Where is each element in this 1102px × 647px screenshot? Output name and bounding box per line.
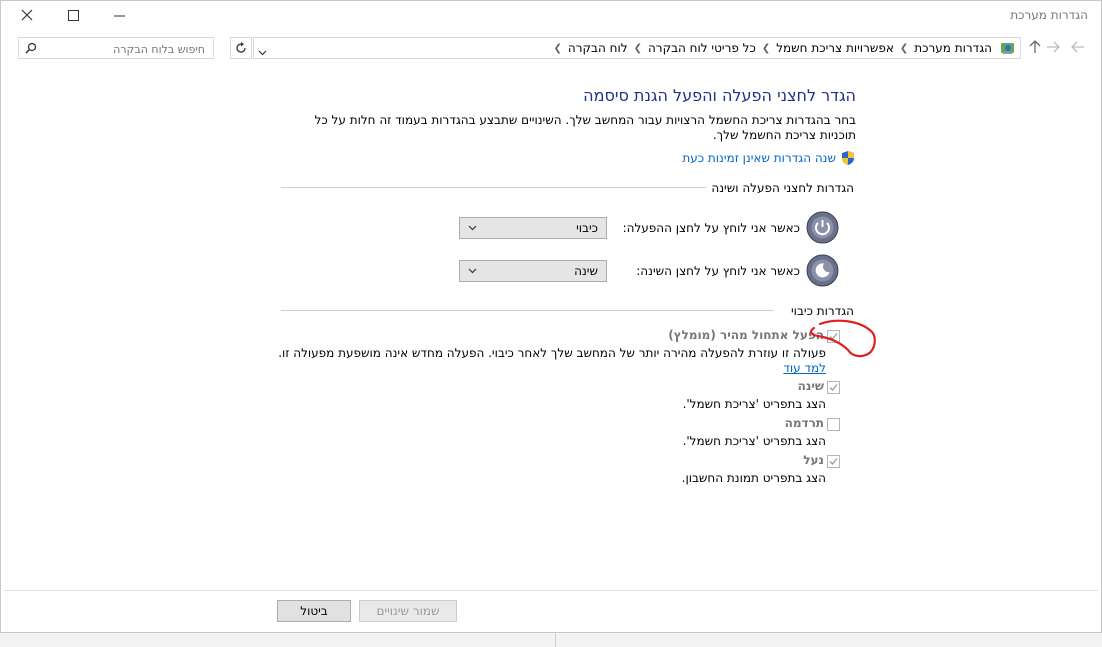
up-button[interactable]: [1026, 38, 1044, 56]
up-arrow-icon: [1029, 40, 1041, 53]
sleep-button-action-value: שינה: [574, 264, 598, 278]
fast-startup-description: פעולה זו עוזרת להפעלה מהירה יותר של המחש…: [278, 346, 826, 360]
hibernate-option-description: הצג בתפריט 'צריכת חשמל'.: [682, 434, 826, 448]
breadcrumb-item[interactable]: אפשרויות צריכת חשמל: [776, 41, 894, 55]
breadcrumb-item[interactable]: הגדרות מערכת: [914, 41, 992, 55]
power-buttons-section-title: הגדרות לחצני הפעלה ושינה: [711, 181, 854, 195]
forward-arrow-icon: [1047, 41, 1060, 53]
sleep-option-description: הצג בתפריט 'צריכת חשמל'.: [682, 397, 826, 411]
footer-divider: [4, 590, 1098, 591]
breadcrumb-item[interactable]: כל פריטי לוח הבקרה: [648, 41, 756, 55]
page-description: בחר בהגדרות צריכת החשמל הרצויות עבור המח…: [314, 113, 856, 142]
breadcrumb-chevron-icon: ❯: [899, 42, 909, 54]
close-icon: [21, 9, 33, 21]
save-changes-button[interactable]: שמור שינויים: [359, 600, 457, 622]
power-button-label: כאשר אני לוחץ על לחצן ההפעלה:: [622, 221, 800, 235]
learn-more-link[interactable]: למד עוד: [783, 361, 826, 375]
checkmark-icon: [829, 384, 838, 391]
power-button-icon: [806, 211, 839, 247]
address-dropdown-button[interactable]: [258, 45, 267, 59]
maximize-button[interactable]: [50, 0, 96, 30]
breadcrumb-chevron-icon: ❯: [761, 42, 771, 54]
window-frame: [0, 0, 1102, 633]
sleep-option-label: שינה: [797, 379, 824, 393]
refresh-icon: [236, 42, 246, 53]
refresh-button[interactable]: [230, 37, 252, 59]
section-divider: [281, 187, 706, 188]
power-button-action-value: כיבוי: [576, 221, 598, 235]
hibernate-option-label: תרדמה: [784, 416, 824, 430]
change-unavailable-settings-link[interactable]: שנה הגדרות שאינן זמינות כעת: [682, 151, 836, 165]
cancel-button[interactable]: ביטול: [277, 600, 351, 622]
breadcrumb-chevron-icon: ❯: [633, 42, 642, 54]
address-bar[interactable]: ❯ לוח הבקרה ❯ כל פריטי לוח הבקרה ❯ אפשרו…: [253, 37, 1021, 59]
minimize-button[interactable]: [96, 0, 142, 30]
red-annotation-circle-icon: [809, 319, 876, 358]
power-button-action-select[interactable]: כיבוי: [459, 217, 607, 239]
back-arrow-icon: [1071, 41, 1084, 53]
section-divider: [281, 310, 774, 311]
background-strip: [0, 633, 1102, 647]
uac-shield-icon: [840, 150, 856, 166]
search-input[interactable]: [43, 40, 207, 58]
maximize-icon: [67, 9, 79, 21]
breadcrumb: ❯ לוח הבקרה ❯ כל פריטי לוח הבקרה ❯ אפשרו…: [554, 41, 992, 55]
breadcrumb-chevron-icon: ❯: [553, 42, 562, 54]
forward-button[interactable]: [1044, 38, 1062, 56]
lock-option-description: הצג בתפריט תמונת החשבון.: [681, 471, 826, 485]
background-divider: [555, 633, 556, 647]
sleep-button-label: כאשר אני לוחץ על לחצן השינה:: [636, 264, 800, 278]
window-title: הגדרות מערכת: [1010, 8, 1088, 22]
search-box[interactable]: [18, 37, 214, 59]
chevron-down-icon: [258, 50, 267, 56]
chevron-down-icon: [468, 268, 477, 274]
search-icon: [25, 42, 37, 57]
page-title: הגדר לחצני הפעלה והפעל הגנת סיסמה: [583, 86, 856, 105]
hibernate-menu-checkbox[interactable]: [827, 418, 840, 431]
lock-option-label: נעל: [803, 453, 824, 467]
minimize-icon: [113, 15, 125, 16]
sleep-menu-checkbox[interactable]: [827, 381, 840, 394]
back-button[interactable]: [1069, 38, 1087, 56]
control-panel-icon: [1000, 40, 1016, 59]
close-button[interactable]: [4, 0, 50, 30]
lock-menu-checkbox[interactable]: [827, 455, 840, 468]
sleep-button-action-select[interactable]: שינה: [459, 260, 607, 282]
breadcrumb-item[interactable]: לוח הבקרה: [568, 41, 628, 55]
checkmark-icon: [829, 458, 838, 465]
chevron-down-icon: [468, 225, 477, 231]
sleep-button-icon: [806, 254, 839, 290]
